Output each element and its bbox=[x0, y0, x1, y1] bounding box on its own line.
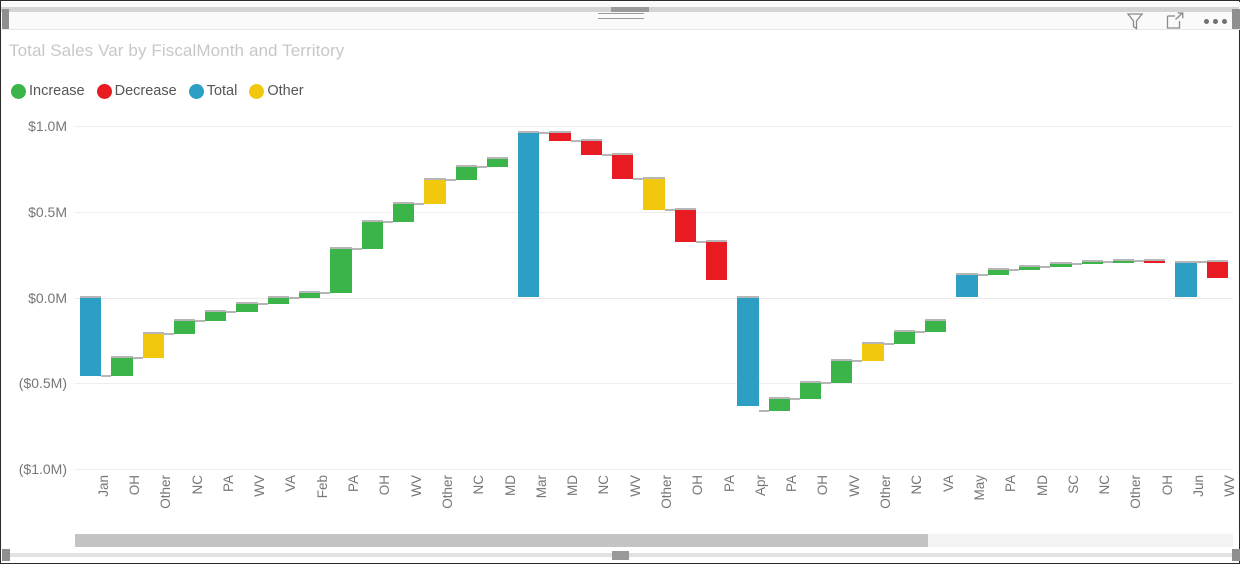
x-axis-tick-label[interactable]: Mar bbox=[534, 475, 549, 498]
x-axis-tick-label[interactable]: MD bbox=[565, 475, 580, 496]
x-axis-tick-label[interactable]: WV bbox=[628, 475, 643, 497]
x-axis-tick-label[interactable]: WV bbox=[252, 475, 267, 497]
x-axis-tick-label[interactable]: WV bbox=[1222, 475, 1237, 497]
bottom-selection-bar[interactable] bbox=[2, 551, 1240, 560]
x-axis-tick-label[interactable]: WV bbox=[847, 475, 862, 497]
x-axis-tick-label[interactable]: Jan bbox=[96, 475, 111, 497]
x-axis-tick-label[interactable]: NC bbox=[596, 475, 611, 495]
x-axis-tick-label[interactable]: NC bbox=[1097, 475, 1112, 495]
x-axis-tick-label[interactable]: OH bbox=[127, 475, 142, 495]
x-axis-tick-label[interactable]: Other bbox=[659, 475, 674, 509]
x-axis-tick-label[interactable]: Apr bbox=[753, 475, 768, 496]
bottom-selection-segment[interactable] bbox=[612, 551, 629, 560]
x-axis-tick-label[interactable]: PA bbox=[722, 475, 737, 492]
x-axis-tick-label[interactable]: OH bbox=[377, 475, 392, 495]
x-axis-tick-label[interactable]: Other bbox=[878, 475, 893, 509]
x-axis-tick-label[interactable]: PA bbox=[1003, 475, 1018, 492]
x-axis-tick-label[interactable]: Other bbox=[440, 475, 455, 509]
horizontal-scrollbar-thumb[interactable] bbox=[75, 534, 929, 547]
x-axis: Jan OH Other NC PA WV VA Feb PA OH WV Other NC MD Mar M… bbox=[1, 1, 1240, 565]
power-bi-waterfall-visual: Total Sales Var by FiscalMonth and Terri… bbox=[0, 0, 1240, 564]
x-axis-tick-label[interactable]: OH bbox=[1160, 475, 1175, 495]
x-axis-tick-label[interactable]: PA bbox=[346, 475, 361, 492]
x-axis-tick-label[interactable]: May bbox=[972, 475, 987, 501]
x-axis-tick-label[interactable]: Other bbox=[158, 475, 173, 509]
x-axis-tick-label[interactable]: MD bbox=[1035, 475, 1050, 496]
x-axis-tick-label[interactable]: NC bbox=[190, 475, 205, 495]
x-axis-tick-label[interactable]: MD bbox=[503, 475, 518, 496]
x-axis-tick-label[interactable]: Other bbox=[1128, 475, 1143, 509]
bottom-left-resize-handle[interactable] bbox=[2, 549, 10, 561]
horizontal-scrollbar-track[interactable] bbox=[75, 534, 1233, 547]
x-axis-tick-label[interactable]: SC bbox=[1066, 475, 1081, 494]
x-axis-tick-label[interactable]: PA bbox=[221, 475, 236, 492]
x-axis-tick-label[interactable]: NC bbox=[909, 475, 924, 495]
x-axis-tick-label[interactable]: PA bbox=[784, 475, 799, 492]
x-axis-tick-label[interactable]: WV bbox=[409, 475, 424, 497]
x-axis-tick-label[interactable]: NC bbox=[471, 475, 486, 495]
x-axis-tick-label[interactable]: OH bbox=[690, 475, 705, 495]
x-axis-tick-label[interactable]: OH bbox=[815, 475, 830, 495]
bottom-right-resize-handle[interactable] bbox=[1232, 549, 1240, 561]
x-axis-tick-label[interactable]: VA bbox=[283, 475, 298, 492]
x-axis-tick-label[interactable]: Jun bbox=[1191, 475, 1206, 497]
x-axis-tick-label[interactable]: Feb bbox=[315, 475, 330, 498]
x-axis-tick-label[interactable]: VA bbox=[941, 475, 956, 492]
